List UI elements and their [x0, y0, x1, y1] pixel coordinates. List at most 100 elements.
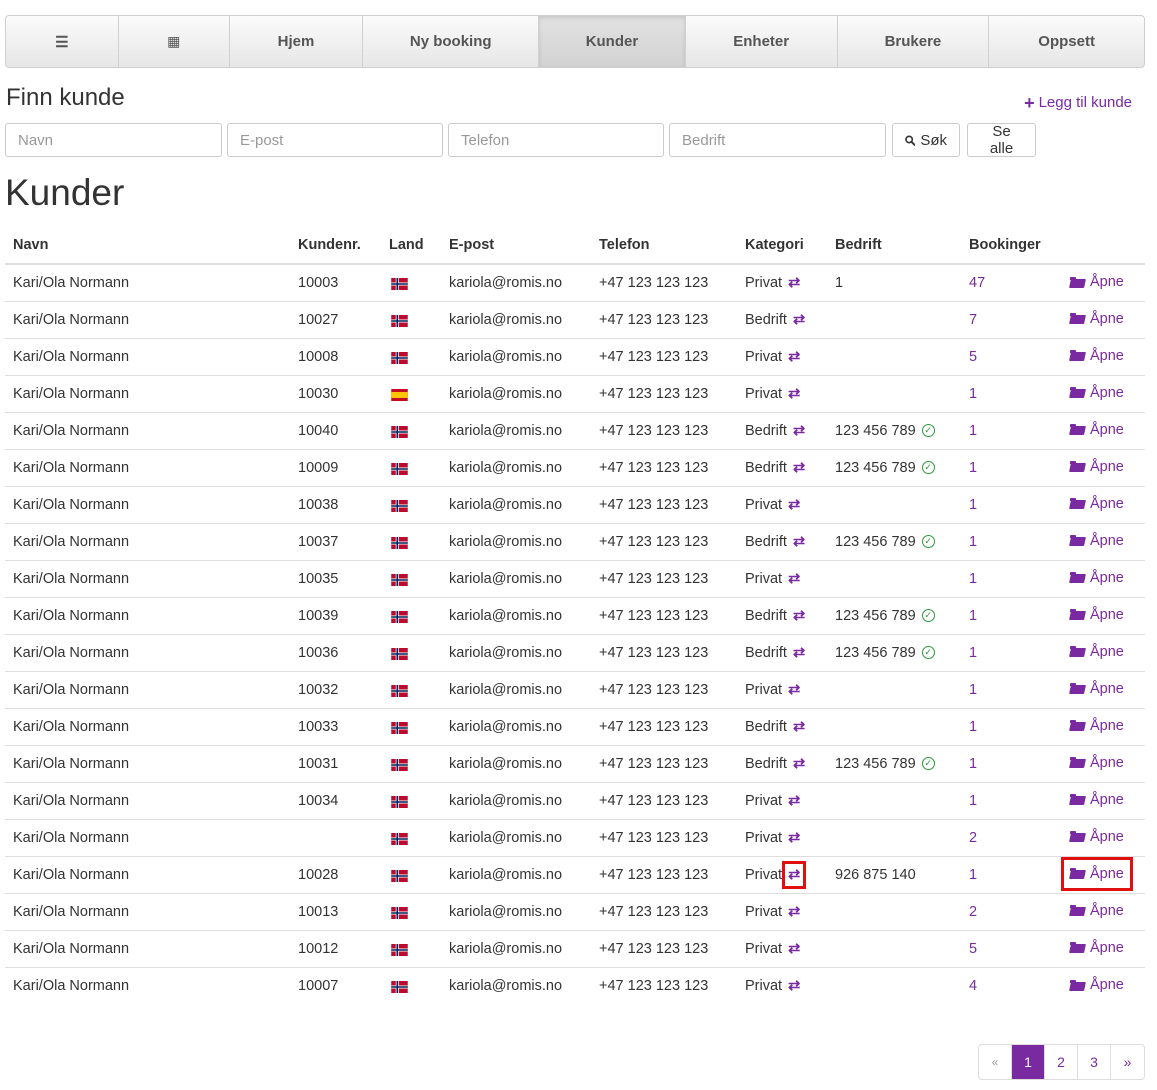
- nav-units[interactable]: Enheter: [686, 16, 838, 67]
- open-customer-button[interactable]: Åpne: [1070, 422, 1124, 438]
- open-customer-button[interactable]: Åpne: [1070, 459, 1124, 475]
- swap-category-icon[interactable]: ⇄: [788, 941, 800, 957]
- folder-open-icon: [1070, 572, 1085, 583]
- open-customer-button[interactable]: Åpne: [1070, 755, 1124, 771]
- bookings-link[interactable]: 1: [969, 645, 977, 661]
- page-next[interactable]: »: [1111, 1045, 1144, 1079]
- phone-input[interactable]: [448, 123, 664, 157]
- open-customer-button[interactable]: Åpne: [1070, 644, 1124, 660]
- open-customer-button[interactable]: Åpne: [1070, 977, 1124, 993]
- open-customer-button[interactable]: Åpne: [1070, 829, 1124, 845]
- open-customer-button[interactable]: Åpne: [1070, 385, 1124, 401]
- open-customer-button[interactable]: Åpne: [1070, 940, 1124, 956]
- bookings-link[interactable]: 2: [969, 830, 977, 846]
- open-label: Åpne: [1090, 458, 1124, 475]
- nav-customers[interactable]: Kunder: [539, 16, 686, 67]
- swap-category-icon[interactable]: ⇄: [788, 571, 800, 587]
- bookings-link[interactable]: 1: [969, 682, 977, 698]
- open-customer-button[interactable]: Åpne: [1070, 496, 1124, 512]
- cell-customer-no: 10035: [290, 559, 381, 597]
- cell-name: Kari/Ola Normann: [5, 448, 290, 486]
- bookings-link[interactable]: 1: [969, 867, 977, 883]
- open-customer-button[interactable]: Åpne: [1070, 570, 1124, 586]
- cell-bookings: 7: [961, 300, 1062, 338]
- cell-name: Kari/Ola Normann: [5, 892, 290, 930]
- open-customer-button[interactable]: Åpne: [1070, 792, 1124, 808]
- header-phone: Telefon: [591, 226, 737, 265]
- company-input[interactable]: [669, 123, 886, 157]
- calendar-button[interactable]: ▦: [119, 16, 230, 67]
- open-customer-button[interactable]: Åpne: [1070, 274, 1124, 290]
- flag-norway-icon: [391, 722, 408, 735]
- swap-category-icon[interactable]: ⇄: [788, 978, 800, 994]
- swap-category-icon[interactable]: ⇄: [782, 860, 807, 889]
- swap-category-icon[interactable]: ⇄: [788, 386, 800, 402]
- bookings-link[interactable]: 1: [969, 460, 977, 476]
- bookings-link[interactable]: 47: [969, 275, 985, 291]
- nav-new-booking[interactable]: Ny booking: [363, 16, 540, 67]
- bookings-link[interactable]: 1: [969, 386, 977, 402]
- cell-email: kariola@romis.no: [441, 744, 591, 782]
- swap-category-icon[interactable]: ⇄: [793, 645, 805, 661]
- open-customer-button[interactable]: Åpne: [1070, 681, 1124, 697]
- page-3[interactable]: 3: [1078, 1045, 1111, 1079]
- bookings-link[interactable]: 1: [969, 534, 977, 550]
- cell-actions: Åpne: [1062, 670, 1145, 708]
- cell-customer-no: [290, 818, 381, 856]
- page-2[interactable]: 2: [1045, 1045, 1078, 1079]
- swap-category-icon[interactable]: ⇄: [788, 830, 800, 846]
- open-customer-button[interactable]: Åpne: [1070, 533, 1124, 549]
- swap-category-icon[interactable]: ⇄: [788, 904, 800, 920]
- cell-bookings: 1: [961, 411, 1062, 449]
- swap-category-icon[interactable]: ⇄: [788, 682, 800, 698]
- open-customer-button[interactable]: Åpne: [1070, 348, 1124, 364]
- swap-category-icon[interactable]: ⇄: [793, 608, 805, 624]
- swap-category-icon[interactable]: ⇄: [793, 756, 805, 772]
- open-customer-button[interactable]: Åpne: [1070, 718, 1124, 734]
- swap-category-icon[interactable]: ⇄: [793, 312, 805, 328]
- email-input[interactable]: [227, 123, 443, 157]
- folder-open-icon: [1070, 424, 1085, 435]
- menu-button[interactable]: ☰: [6, 16, 119, 67]
- bookings-link[interactable]: 4: [969, 978, 977, 994]
- show-all-button[interactable]: Se alle: [967, 123, 1036, 157]
- search-button[interactable]: Søk: [892, 123, 960, 157]
- nav-home[interactable]: Hjem: [230, 16, 364, 67]
- nav-users[interactable]: Brukere: [838, 16, 990, 67]
- swap-category-icon[interactable]: ⇄: [788, 793, 800, 809]
- bookings-link[interactable]: 1: [969, 719, 977, 735]
- swap-category-icon[interactable]: ⇄: [788, 275, 800, 291]
- cell-company: [827, 337, 961, 375]
- name-input[interactable]: [5, 123, 222, 157]
- bookings-link[interactable]: 1: [969, 793, 977, 809]
- swap-category-icon[interactable]: ⇄: [788, 497, 800, 513]
- cell-company: 123 456 789 ✓: [827, 744, 961, 782]
- bookings-link[interactable]: 1: [969, 497, 977, 513]
- open-customer-button[interactable]: Åpne: [1070, 903, 1124, 919]
- bookings-link[interactable]: 5: [969, 941, 977, 957]
- bookings-link[interactable]: 1: [969, 423, 977, 439]
- bookings-link[interactable]: 1: [969, 608, 977, 624]
- bookings-link[interactable]: 1: [969, 571, 977, 587]
- open-customer-button[interactable]: Åpne: [1061, 856, 1133, 891]
- flag-norway-icon: [391, 574, 408, 587]
- bookings-link[interactable]: 1: [969, 756, 977, 772]
- open-customer-button[interactable]: Åpne: [1070, 311, 1124, 327]
- swap-category-icon[interactable]: ⇄: [793, 534, 805, 550]
- folder-open-icon: [1070, 387, 1085, 398]
- swap-category-icon[interactable]: ⇄: [793, 460, 805, 476]
- page-prev[interactable]: «: [979, 1045, 1012, 1079]
- open-customer-button[interactable]: Åpne: [1070, 607, 1124, 623]
- swap-category-icon[interactable]: ⇄: [793, 719, 805, 735]
- swap-category-icon[interactable]: ⇄: [788, 349, 800, 365]
- nav-setup[interactable]: Oppsett: [989, 16, 1144, 67]
- open-label: Åpne: [1090, 310, 1124, 327]
- swap-category-icon[interactable]: ⇄: [793, 423, 805, 439]
- page-1[interactable]: 1: [1012, 1045, 1045, 1079]
- bookings-link[interactable]: 5: [969, 349, 977, 365]
- add-customer-link[interactable]: + Legg til kunde: [1024, 94, 1132, 112]
- bookings-link[interactable]: 7: [969, 312, 977, 328]
- bookings-link[interactable]: 2: [969, 904, 977, 920]
- cell-phone: +47 123 123 123: [591, 374, 737, 412]
- flag-norway-icon: [391, 685, 408, 698]
